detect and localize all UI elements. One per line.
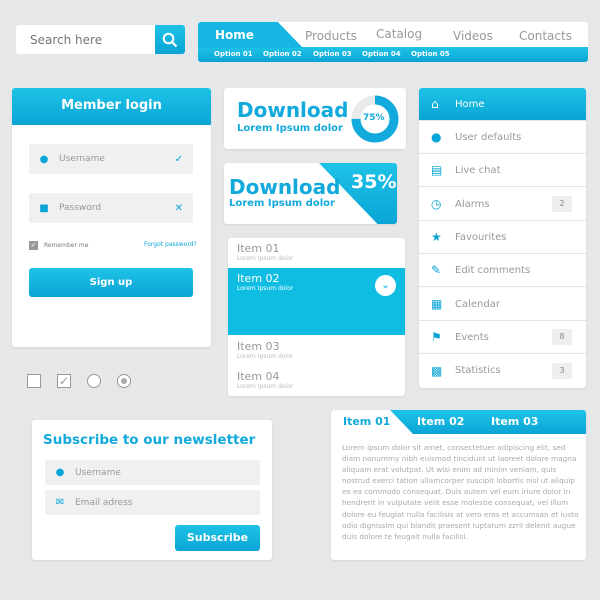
password-field[interactable]: ■ Password ✕ [29,193,193,223]
clock-icon: ◷ [431,197,442,211]
newsletter-username-field[interactable]: ● Username [45,460,260,485]
progress-label: 75% [363,113,385,123]
user-icon: ● [39,153,49,165]
newsletter-panel: Subscribe to our newsletter ● Username ✉ E… [32,420,272,560]
radio-unchecked[interactable] [87,374,101,388]
nav-option[interactable]: Option 01 [214,50,253,58]
download-card-2[interactable]: Download Lorem Ipsum dolor 35% [224,163,397,224]
newsletter-email-field[interactable]: ✉ Email adress [45,490,260,515]
user-icon: ● [55,467,65,478]
tab-content-text: Lorem ipsum dolor sit amet, consectetuer… [342,443,579,541]
search-button[interactable] [155,25,185,54]
menu-item-calendar[interactable]: ▦ Calendar [419,288,586,321]
progress-label: 35% [351,171,397,193]
list-item[interactable]: Item 04 Lorem Ipsum dolor [228,370,405,390]
menu-item-user-defaults[interactable]: ● User defaults [419,121,586,154]
badge: 2 [552,196,572,212]
main-nav: Home Products Catalog Videos Contacts Op… [198,22,588,62]
nav-item-videos[interactable]: Videos [453,29,493,43]
nav-item-home[interactable]: Home [215,28,254,42]
badge: 8 [552,329,572,345]
nav-option[interactable]: Option 05 [411,50,450,58]
user-icon: ● [431,130,442,144]
checkbox-checked[interactable]: ✓ [57,374,71,388]
nav-option[interactable]: Option 03 [313,50,352,58]
nav-option[interactable]: Option 04 [362,50,401,58]
search-icon [162,32,178,47]
download-title: Download [229,175,341,199]
sign-up-button[interactable]: Sign up [29,268,193,297]
list-item[interactable]: Item 01 Lorem Ipsum dolor [228,242,405,262]
calendar-icon: ▦ [431,297,443,311]
chat-icon: ▤ [431,163,443,177]
username-field[interactable]: ● Username ✓ [29,144,193,174]
list-item[interactable]: Item 03 Lorem Ipsum dolor [228,340,405,360]
nav-option[interactable]: Option 02 [263,50,302,58]
menu-item-statistics[interactable]: ▩ Statistics 3 [419,354,586,387]
remember-label: Remember me [44,242,89,249]
download-card-1[interactable]: Download Lorem Ipsum dolor 75% [224,88,406,149]
chart-icon: ▩ [431,363,443,378]
check-icon: ✓ [174,153,183,165]
download-subtitle: Lorem Ipsum dolor [237,123,343,134]
star-icon: ★ [431,230,442,244]
checkbox-unchecked[interactable] [27,374,41,388]
menu-item-home[interactable]: ⌂ Home [419,88,586,121]
mail-icon: ✉ [55,497,65,508]
side-menu: ⌂ Home ● User defaults ▤ Live chat ◷ Alarms 2… [419,88,586,388]
search-input[interactable] [16,25,155,54]
menu-item-favourites[interactable]: ★ Favourites [419,221,586,254]
nav-item-products[interactable]: Products [305,29,357,43]
badge: 3 [552,362,572,379]
download-subtitle: Lorem Ipsum dolor [229,198,335,209]
forgot-password-link[interactable]: Forgot password? [144,241,197,248]
flag-icon: ⚑ [431,330,442,344]
radio-checked[interactable] [117,374,131,388]
tab-item-02[interactable]: Item 02 [417,415,464,428]
nav-item-catalog[interactable]: Catalog [376,27,422,41]
newsletter-title: Subscribe to our newsletter [43,432,256,448]
menu-item-live-chat[interactable]: ▤ Live chat [419,154,586,187]
clear-icon: ✕ [174,202,183,214]
subscribe-button[interactable]: Subscribe [175,525,260,551]
download-title: Download [237,98,349,122]
login-title: Member login [12,88,211,125]
pencil-icon: ✎ [431,263,442,277]
list-item-active[interactable]: Item 02 Lorem Ipsum dolor ⌄ [228,268,405,335]
home-icon: ⌂ [431,97,439,111]
username-placeholder: Username [59,154,105,164]
menu-item-edit-comments[interactable]: ✎ Edit comments [419,254,586,287]
menu-item-alarms[interactable]: ◷ Alarms 2 [419,188,586,221]
chevron-down-icon[interactable]: ⌄ [375,275,396,296]
remember-checkbox[interactable]: ✓ [29,241,38,250]
password-placeholder: Password [59,203,102,213]
tab-item-03[interactable]: Item 03 [491,415,538,428]
member-login-panel: Member login ● Username ✓ ■ Password ✕ ✓ Rem… [12,88,211,347]
accordion-list: Item 01 Lorem Ipsum dolor Item 02 Lorem Ip… [228,238,405,396]
tabs-panel: Item 01 Item 02 Item 03 Lorem ipsum dolo… [331,410,586,560]
lock-icon: ■ [39,202,49,214]
tab-item-01[interactable]: Item 01 [343,415,390,428]
nav-item-contacts[interactable]: Contacts [519,29,572,43]
menu-item-events[interactable]: ⚑ Events 8 [419,321,586,354]
